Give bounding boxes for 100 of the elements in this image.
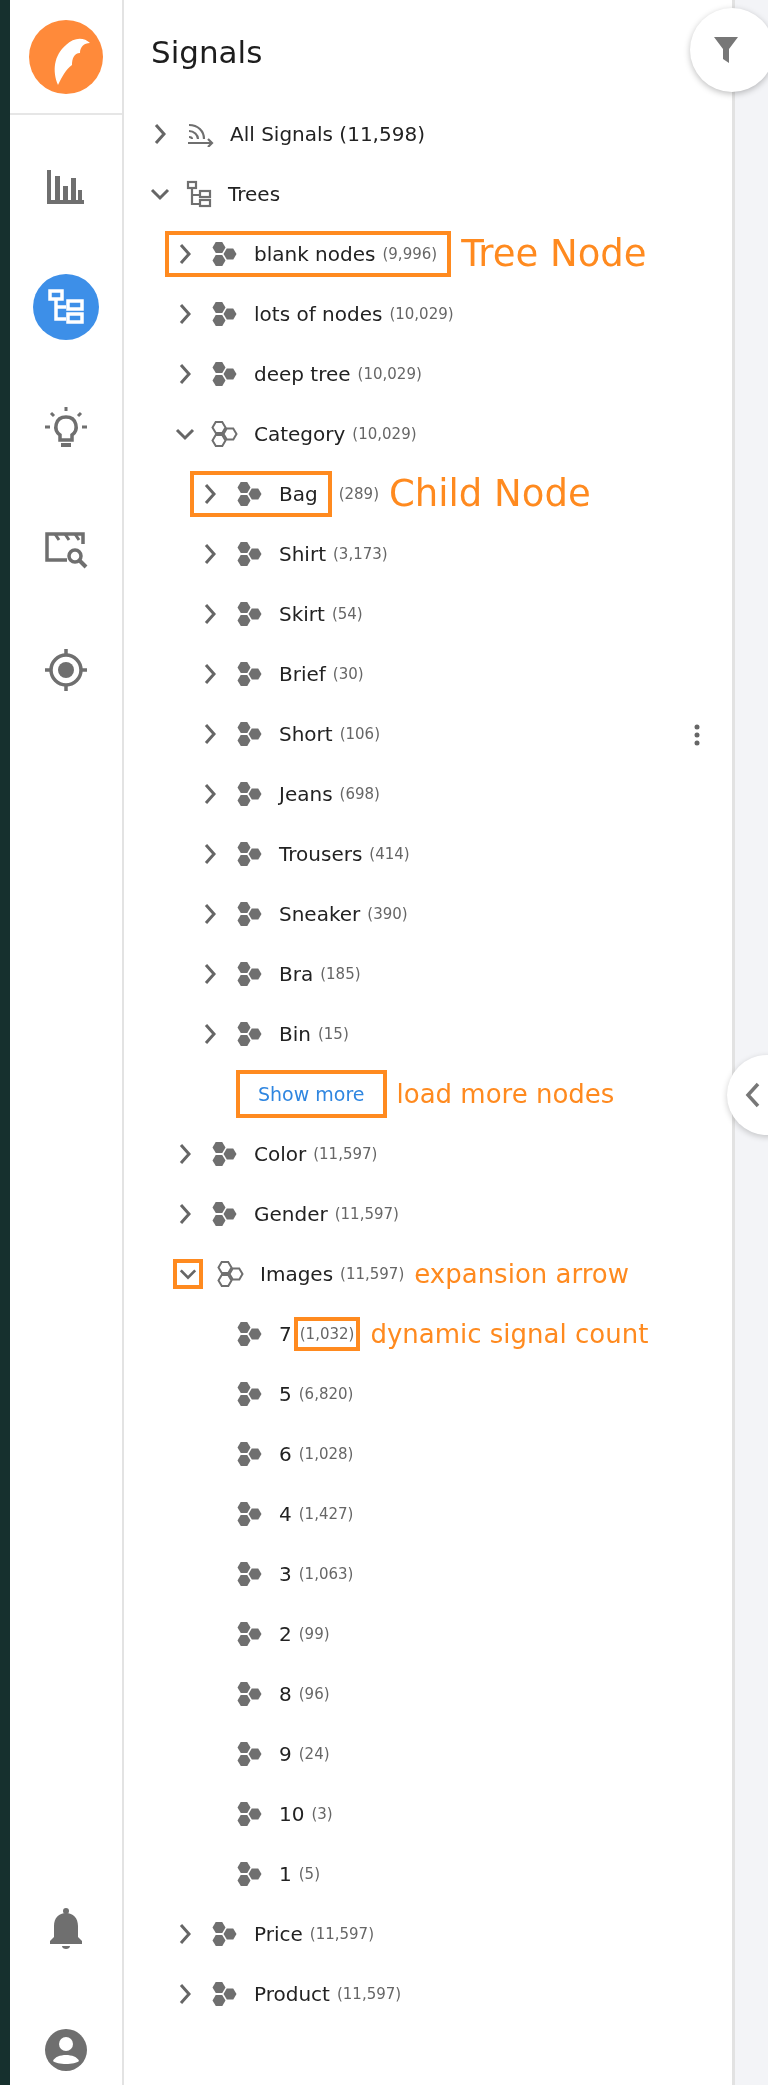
chevron-right-icon: [178, 303, 192, 325]
hexagon-cluster-icon: [236, 660, 263, 688]
node-label[interactable]: Gender: [254, 1199, 328, 1229]
node-label[interactable]: Sneaker: [279, 899, 361, 929]
hexagon-cluster-icon: [211, 1140, 238, 1168]
signal-count: (3,173): [333, 543, 388, 565]
annotation-label: dynamic signal count: [370, 1317, 649, 1351]
signal-count: (11,597): [309, 1923, 374, 1945]
signal-count: (11,597): [340, 1263, 405, 1285]
node-label[interactable]: deep tree: [254, 359, 351, 389]
signal-count: (99): [298, 1623, 330, 1645]
signal-count: (1,028): [298, 1443, 354, 1465]
node-label[interactable]: All Signals (11,598): [230, 119, 425, 149]
node-label[interactable]: 7: [279, 1319, 292, 1349]
node-label[interactable]: Color: [254, 1139, 307, 1169]
node-label[interactable]: Skirt: [279, 599, 325, 629]
hexagon-cluster-icon: [236, 1680, 263, 1708]
node-label[interactable]: 10: [279, 1799, 305, 1829]
hexagon-cluster-icon: [236, 1860, 263, 1888]
node-label[interactable]: blank nodes: [254, 239, 376, 269]
node-label[interactable]: 6: [279, 1439, 292, 1469]
node-label[interactable]: 4: [279, 1499, 292, 1529]
node-label[interactable]: lots of nodes: [254, 299, 383, 329]
signal-count: (289): [338, 483, 379, 505]
show-more-button[interactable]: Show more: [236, 1069, 387, 1119]
chevron-right-icon: [203, 783, 217, 805]
node-label[interactable]: 5: [279, 1379, 292, 1409]
signal-count: (9,996): [382, 243, 438, 265]
signal-count: (24): [298, 1743, 330, 1765]
signal-count: (1,427): [298, 1503, 354, 1525]
hexagon-cluster-icon: [236, 1320, 263, 1348]
node-label[interactable]: Price: [254, 1919, 303, 1949]
node-label[interactable]: Images: [260, 1259, 334, 1289]
node-label[interactable]: Shirt: [279, 539, 326, 569]
signal-count: (11,597): [336, 1983, 402, 2005]
chevron-right-icon: [203, 963, 217, 985]
hexagon-cluster-icon: [236, 540, 263, 568]
hexagon-cluster-icon: [236, 1560, 263, 1588]
logo-icon: [28, 18, 104, 95]
node-label[interactable]: Bra: [279, 959, 314, 989]
signal-count: (3): [311, 1803, 333, 1825]
node-label[interactable]: Bin: [279, 1019, 311, 1049]
chevron-right-icon: [203, 603, 217, 625]
hexagon-cluster-icon: [211, 240, 238, 268]
node-label[interactable]: 9: [279, 1739, 292, 1769]
chevron-right-icon: [178, 363, 192, 385]
chevron-left-icon: [745, 1081, 761, 1109]
signal-count: (698): [339, 783, 380, 805]
node-label[interactable]: 8: [279, 1679, 292, 1709]
signal-count: (6,820): [298, 1383, 354, 1405]
annotation-label: Tree Node: [461, 231, 647, 278]
expand-toggle[interactable]: [173, 1259, 203, 1289]
chevron-right-icon: [203, 483, 217, 505]
node-label[interactable]: Brief: [279, 659, 326, 689]
hexagon-cluster-icon: [236, 720, 263, 748]
signal-feed-icon: [186, 121, 214, 147]
hexagon-cluster-icon: [211, 1980, 238, 2008]
annotation-label: Child Node: [389, 471, 591, 518]
chart-icon: [46, 168, 86, 204]
node-label[interactable]: Jeans: [279, 779, 333, 809]
signal-count: (15): [317, 1023, 349, 1045]
signal-count: (414): [369, 843, 410, 865]
panel-title: Signals: [150, 33, 263, 72]
chevron-right-icon: [203, 663, 217, 685]
chevron-right-icon: [178, 1143, 192, 1165]
hexagon-cluster-icon: [236, 480, 263, 508]
signal-count: (10,029): [352, 423, 417, 445]
node-label[interactable]: 1: [279, 1859, 292, 1889]
target-icon: [43, 647, 89, 693]
hexagon-cluster-icon: [211, 300, 238, 328]
chevron-down-icon: [179, 1267, 197, 1281]
hexagon-cluster-icon: [236, 1500, 263, 1528]
node-label[interactable]: 2: [279, 1619, 292, 1649]
tree-structure-icon: [186, 180, 212, 208]
hexagon-cluster-icon: [236, 1440, 263, 1468]
hexagon-cluster-icon: [236, 1620, 263, 1648]
node-label[interactable]: Trousers: [279, 839, 363, 869]
chevron-right-icon: [178, 1203, 192, 1225]
chevron-right-icon: [203, 1023, 217, 1045]
chevron-right-icon: [178, 1923, 192, 1945]
signal-count: (30): [332, 663, 364, 685]
chevron-right-icon: [203, 903, 217, 925]
hexagon-cluster-icon: [217, 1260, 244, 1288]
chevron-down-icon: [150, 187, 170, 201]
node-label[interactable]: Bag: [279, 479, 318, 509]
more-options-icon: [694, 723, 700, 746]
signal-count: (1,063): [298, 1563, 354, 1585]
node-label[interactable]: Trees: [228, 179, 281, 209]
node-label[interactable]: 3: [279, 1559, 292, 1589]
annotation-label: load more nodes: [396, 1077, 615, 1111]
hexagon-cluster-icon: [236, 600, 263, 628]
hexagon-cluster-icon: [211, 360, 238, 388]
hexagon-cluster-icon: [211, 1920, 238, 1948]
node-label[interactable]: Short: [279, 719, 333, 749]
node-label[interactable]: Category: [254, 419, 346, 449]
node-label[interactable]: Product: [254, 1979, 330, 2009]
signal-count: (11,597): [334, 1203, 399, 1225]
signal-count: (106): [339, 723, 380, 745]
tree-structure-icon: [46, 287, 86, 327]
signal-count: (11,597): [313, 1143, 378, 1165]
